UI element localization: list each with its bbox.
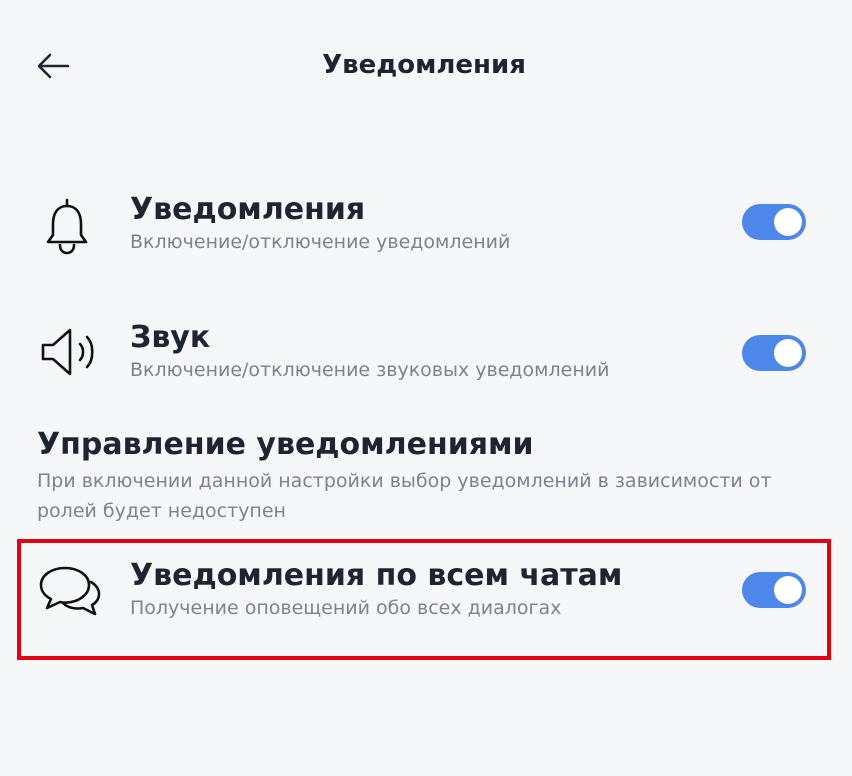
sound-toggle[interactable] [742, 335, 806, 371]
page-title: Уведомления [322, 50, 526, 80]
setting-subtitle: Получение оповещений обо всех диалогах [130, 597, 562, 619]
setting-subtitle: Включение/отключение звуковых уведомлени… [130, 359, 610, 381]
setting-row-all-chats: Уведомления по всем чатам Получение опов… [0, 546, 852, 656]
setting-title: Уведомления по всем чатам [130, 558, 623, 593]
toggle-knob [774, 576, 802, 604]
speaker-icon [36, 319, 102, 385]
setting-row-sound: Звук Включение/отключение звуковых уведо… [0, 310, 852, 420]
toggle-knob [774, 339, 802, 367]
chat-bubbles-icon [36, 556, 102, 622]
all-chats-toggle[interactable] [742, 572, 806, 608]
setting-row-notifications: Уведомления Включение/отключение уведомл… [0, 180, 852, 290]
setting-title: Уведомления [130, 192, 366, 227]
setting-subtitle: Включение/отключение уведомлений [130, 231, 511, 253]
bell-icon [36, 192, 102, 258]
toggle-knob [774, 208, 802, 236]
section-description: При включении данной настройки выбор уве… [37, 470, 772, 522]
header: Уведомления [0, 0, 852, 130]
section-title: Управление уведомлениями [37, 427, 534, 462]
notifications-toggle[interactable] [742, 204, 806, 240]
setting-title: Звук [130, 320, 211, 355]
